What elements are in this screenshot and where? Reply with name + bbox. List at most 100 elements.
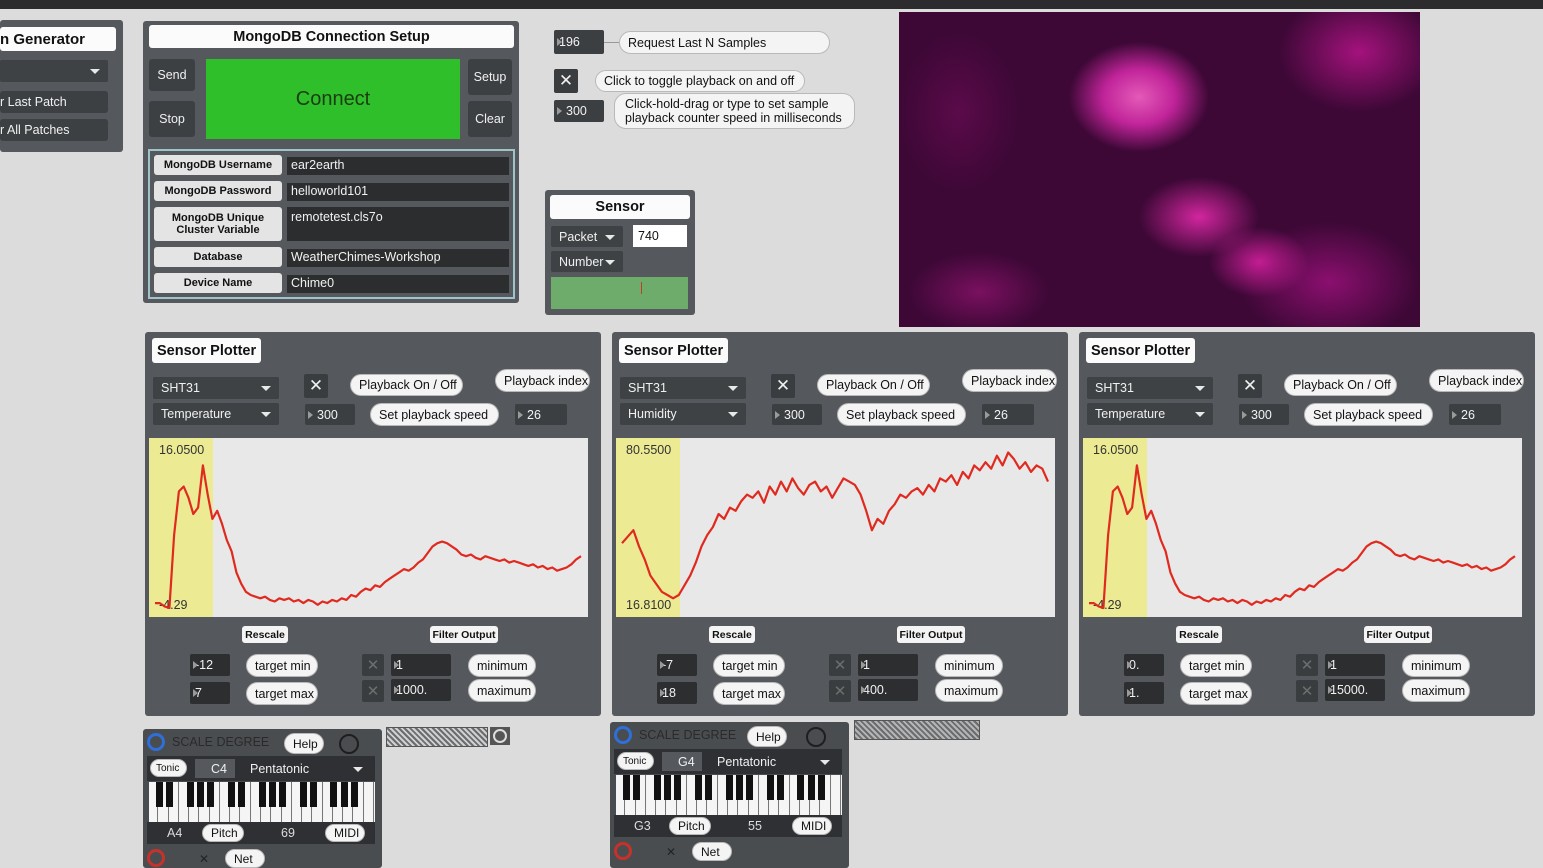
black-key[interactable] <box>268 782 276 807</box>
piano-keyboard[interactable] <box>149 782 375 823</box>
username-field[interactable]: ear2earth <box>287 157 509 175</box>
recall-all-patches-button[interactable]: r All Patches <box>0 119 108 141</box>
power-icon[interactable] <box>614 726 632 744</box>
speed-number-box[interactable]: 300 <box>305 404 355 425</box>
net-toggle[interactable]: ✕ <box>662 844 680 860</box>
help-button[interactable]: Help <box>747 726 787 747</box>
playback-index-box[interactable]: 26 <box>982 404 1034 425</box>
clear-button[interactable]: Clear <box>468 101 512 137</box>
filter-min-toggle[interactable]: ✕ <box>362 654 384 676</box>
playback-toggle[interactable]: ✕ <box>1238 374 1262 398</box>
black-key[interactable] <box>227 782 235 807</box>
filter-min-toggle[interactable]: ✕ <box>829 654 851 676</box>
generator-dropdown[interactable] <box>0 60 108 82</box>
black-key[interactable] <box>237 782 245 807</box>
filter-min-box[interactable]: 1 <box>1325 654 1385 676</box>
playback-toggle[interactable]: ✕ <box>771 374 795 398</box>
black-key[interactable] <box>746 775 754 800</box>
playback-index-box[interactable]: 26 <box>1449 404 1501 425</box>
black-key[interactable] <box>155 782 163 807</box>
black-key[interactable] <box>166 782 174 807</box>
playback-toggle[interactable]: ✕ <box>554 69 578 93</box>
password-field[interactable]: helloworld101 <box>287 183 509 201</box>
send-button[interactable]: Send <box>149 59 195 91</box>
black-key[interactable] <box>725 775 733 800</box>
filter-max-box[interactable]: 400. <box>858 679 918 701</box>
piano-keyboard[interactable] <box>616 775 842 816</box>
recall-last-patch-button[interactable]: r Last Patch <box>0 91 108 113</box>
speed-number-box[interactable]: 300 <box>554 100 604 122</box>
dial-icon[interactable] <box>490 727 510 745</box>
black-key[interactable] <box>279 782 287 807</box>
cluster-field[interactable]: remotetest.cls7o <box>287 207 509 241</box>
filter-min-toggle[interactable]: ✕ <box>1296 654 1318 676</box>
samples-number-box[interactable]: 196 <box>554 30 604 54</box>
sensor-dropdown[interactable]: SHT31 <box>1087 377 1213 399</box>
number-dropdown[interactable]: Number <box>551 251 623 272</box>
white-key[interactable] <box>364 782 374 823</box>
net-toggle[interactable]: ✕ <box>195 851 213 867</box>
playback-toggle[interactable]: ✕ <box>304 374 328 398</box>
scale-type-dropdown[interactable]: Pentatonic <box>242 758 371 779</box>
target-min-box[interactable]: -12 <box>190 654 230 676</box>
filter-max-box[interactable]: 15000. <box>1325 679 1385 701</box>
black-key[interactable] <box>186 782 194 807</box>
black-key[interactable] <box>350 782 358 807</box>
net-power-icon[interactable] <box>147 849 165 867</box>
black-key[interactable] <box>340 782 348 807</box>
black-key[interactable] <box>622 775 630 800</box>
measure-dropdown[interactable]: Temperature <box>153 403 279 425</box>
target-max-box[interactable]: 7 <box>190 682 230 704</box>
filter-max-box[interactable]: 1000. <box>391 679 451 701</box>
white-key[interactable] <box>831 775 841 816</box>
black-key[interactable] <box>797 775 805 800</box>
sensor-dropdown[interactable]: SHT31 <box>620 377 746 399</box>
black-key[interactable] <box>735 775 743 800</box>
black-key[interactable] <box>207 782 215 807</box>
measure-dropdown[interactable]: Temperature <box>1087 403 1213 425</box>
filter-max-toggle[interactable]: ✕ <box>829 680 851 702</box>
packet-dropdown[interactable]: Packet <box>551 226 623 247</box>
black-key[interactable] <box>330 782 338 807</box>
sensor-dropdown[interactable]: SHT31 <box>153 377 279 399</box>
filter-min-box[interactable]: 1 <box>391 654 451 676</box>
black-key[interactable] <box>674 775 682 800</box>
filter-max-toggle[interactable]: ✕ <box>362 680 384 702</box>
black-key[interactable] <box>299 782 307 807</box>
record-icon[interactable] <box>806 727 826 747</box>
black-key[interactable] <box>653 775 661 800</box>
target-min-box[interactable]: -7 <box>657 654 697 676</box>
connect-button[interactable]: Connect <box>206 59 460 139</box>
measure-dropdown[interactable]: Humidity <box>620 403 746 425</box>
playback-index-box[interactable]: 26 <box>515 404 567 425</box>
target-max-box[interactable]: 18 <box>657 682 697 704</box>
speed-number-box[interactable]: 300 <box>772 404 822 425</box>
black-key[interactable] <box>807 775 815 800</box>
speed-number-box[interactable]: 300 <box>1239 404 1289 425</box>
target-min-box[interactable]: 0. <box>1124 654 1164 676</box>
black-key[interactable] <box>633 775 641 800</box>
black-key[interactable] <box>258 782 266 807</box>
black-key[interactable] <box>309 782 317 807</box>
black-key[interactable] <box>817 775 825 800</box>
black-key[interactable] <box>663 775 671 800</box>
scale-type-dropdown[interactable]: Pentatonic <box>709 751 838 772</box>
stop-button[interactable]: Stop <box>149 101 195 137</box>
setup-button[interactable]: Setup <box>468 59 512 95</box>
tonic-note-box[interactable]: C4 <box>195 759 235 778</box>
black-key[interactable] <box>766 775 774 800</box>
net-power-icon[interactable] <box>614 842 632 860</box>
tonic-note-box[interactable]: G4 <box>662 752 702 771</box>
filter-max-toggle[interactable]: ✕ <box>1296 680 1318 702</box>
filter-min-box[interactable]: 1 <box>858 654 918 676</box>
black-key[interactable] <box>694 775 702 800</box>
help-button[interactable]: Help <box>284 733 324 754</box>
target-max-box[interactable]: 1. <box>1124 682 1164 704</box>
power-icon[interactable] <box>147 733 165 751</box>
black-key[interactable] <box>196 782 204 807</box>
black-key[interactable] <box>704 775 712 800</box>
device-name-field[interactable]: Chime0 <box>287 275 509 293</box>
black-key[interactable] <box>776 775 784 800</box>
database-field[interactable]: WeatherChimes-Workshop <box>287 249 509 267</box>
record-icon[interactable] <box>339 734 359 754</box>
